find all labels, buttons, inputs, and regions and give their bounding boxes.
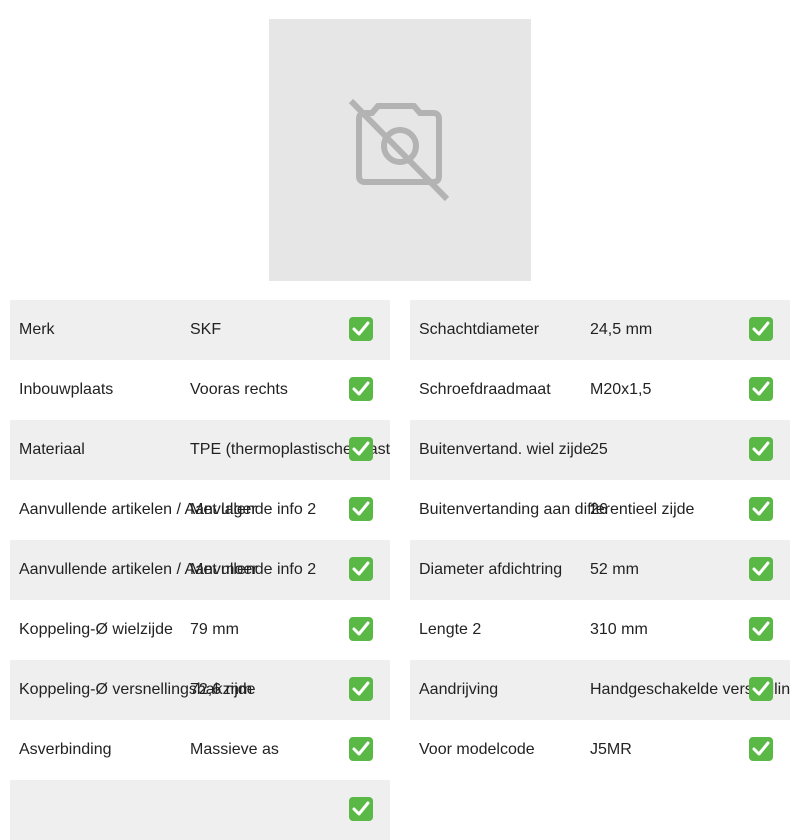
spec-label: Materiaal: [19, 441, 85, 458]
spec-row: Materiaal TPE (thermoplastische elastome…: [10, 420, 390, 480]
check-icon: [349, 677, 373, 701]
spec-label: Buitenvertanding aan differentieel zijde: [419, 501, 695, 518]
spec-label: Diameter afdichtring: [419, 561, 563, 578]
check-icon: [749, 497, 773, 521]
spec-label: Schachtdiameter: [419, 321, 540, 338]
check-icon: [349, 797, 373, 821]
spec-value: 26: [590, 501, 608, 518]
spec-row: Inbouwplaats Vooras rechts: [10, 360, 390, 420]
check-icon: [349, 557, 373, 581]
spec-label: Aanvullende artikelen / Aanvullende info…: [19, 501, 317, 518]
spec-value: M20x1,5: [590, 381, 652, 398]
check-icon: [349, 437, 373, 461]
spec-row: Schachtdiameter 24,5 mm: [410, 300, 790, 360]
check-icon: [349, 317, 373, 341]
spec-row: Merk SKF: [10, 300, 390, 360]
spec-label: Merk: [19, 321, 55, 338]
spec-value: Vooras rechts: [190, 381, 288, 398]
spec-value: Met moer: [190, 561, 258, 578]
spec-value: 25: [590, 441, 608, 458]
spec-row: [10, 780, 390, 840]
spec-row: Diameter afdichtring 52 mm: [410, 540, 790, 600]
spec-value: J5MR: [590, 741, 632, 758]
spec-value: SKF: [190, 321, 222, 338]
spec-value: 52 mm: [590, 561, 639, 578]
spec-value: 24,5 mm: [590, 321, 653, 338]
spec-value: 310 mm: [590, 621, 648, 638]
camera-off-icon: [348, 98, 450, 202]
spec-label: Voor modelcode: [419, 741, 535, 758]
spec-row: Lengte 2 310 mm: [410, 600, 790, 660]
spec-row: Koppeling-Ø wielzijde 79 mm: [10, 600, 390, 660]
product-image-placeholder: [269, 19, 531, 281]
spec-row: Buitenvertanding aan differentieel zijde…: [410, 480, 790, 540]
spec-row: Schroefdraadmaat M20x1,5: [410, 360, 790, 420]
check-icon: [749, 677, 773, 701]
spec-row: Koppeling-Ø versnellingsbakzijde 72,6 mm: [10, 660, 390, 720]
spec-table-left: Merk SKF Inbouwplaats Vooras rechts Mate…: [10, 300, 390, 840]
spec-row: Aanvullende artikelen / Aanvullende info…: [10, 480, 390, 540]
check-icon: [749, 377, 773, 401]
spec-label: Schroefdraadmaat: [419, 381, 551, 398]
check-icon: [349, 377, 373, 401]
spec-label: Lengte 2: [419, 621, 482, 638]
spec-label: Asverbinding: [19, 741, 112, 758]
check-icon: [749, 557, 773, 581]
check-icon: [749, 617, 773, 641]
spec-label: Aandrijving: [419, 681, 499, 698]
spec-row: Aandrijving Handgeschakelde versnellings…: [410, 660, 790, 720]
spec-value: 79 mm: [190, 621, 239, 638]
spec-value: 72,6 mm: [190, 681, 253, 698]
spec-label: Inbouwplaats: [19, 381, 114, 398]
spec-row: Voor modelcode J5MR: [410, 720, 790, 780]
spec-label: Aanvullende artikelen / Aanvullende info…: [19, 561, 317, 578]
check-icon: [349, 497, 373, 521]
spec-row: Asverbinding Massieve as: [10, 720, 390, 780]
spec-row: Aanvullende artikelen / Aanvullende info…: [10, 540, 390, 600]
spec-label: Buitenvertand. wiel zijde: [419, 441, 592, 458]
spec-label: Koppeling-Ø wielzijde: [19, 621, 173, 638]
spec-value: Met lager: [190, 501, 257, 518]
check-icon: [749, 437, 773, 461]
check-icon: [749, 317, 773, 341]
check-icon: [349, 617, 373, 641]
check-icon: [749, 737, 773, 761]
spec-row: Buitenvertand. wiel zijde 25: [410, 420, 790, 480]
check-icon: [349, 737, 373, 761]
spec-table-right: Schachtdiameter 24,5 mm Schroefdraadmaat…: [410, 300, 790, 780]
spec-value: Massieve as: [190, 741, 279, 758]
